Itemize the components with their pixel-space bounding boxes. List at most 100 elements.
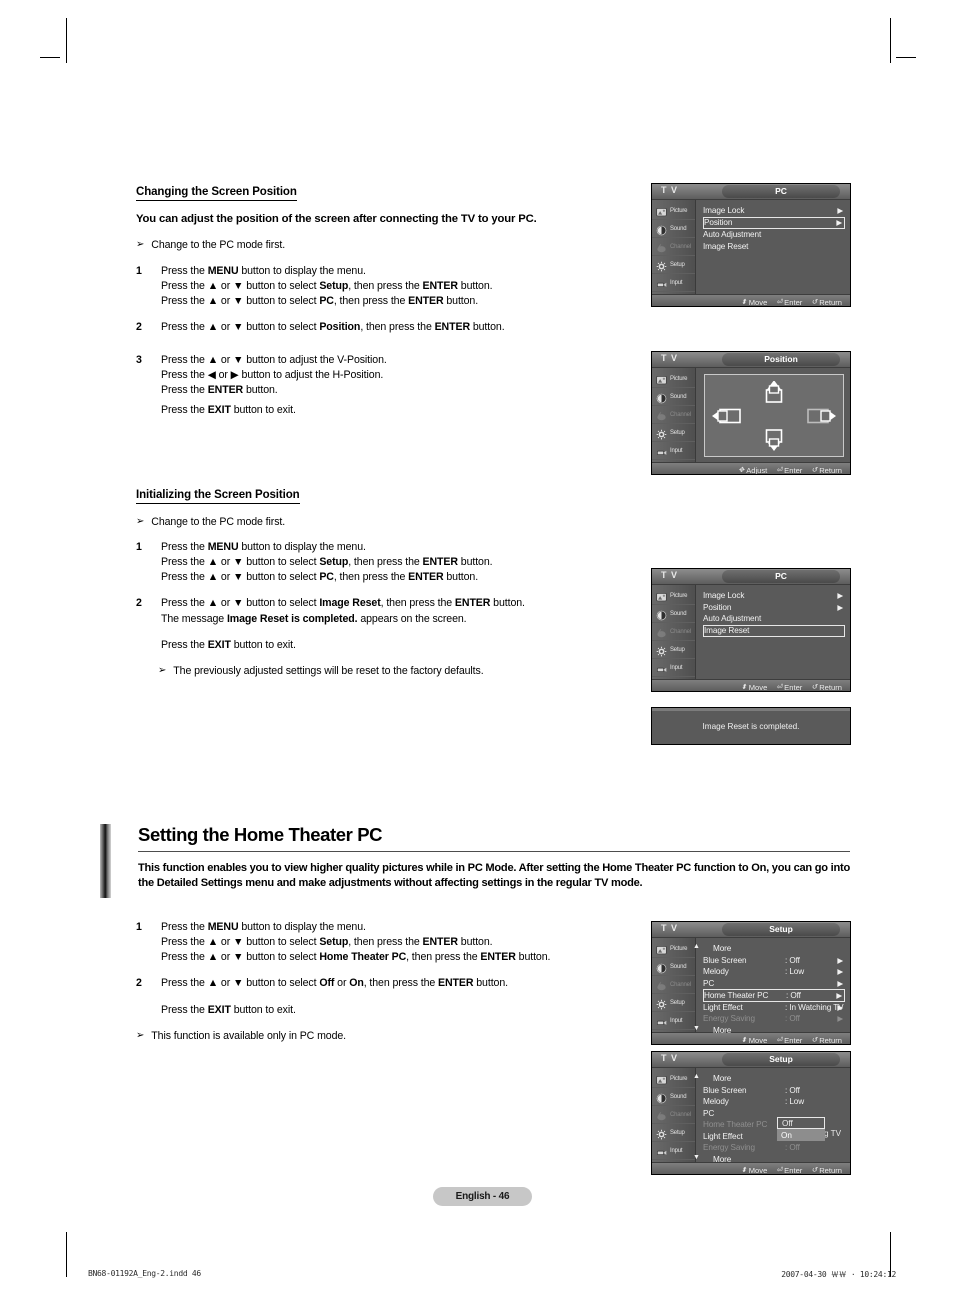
osd-sidebar-item-sound[interactable]: Sound <box>652 220 695 238</box>
chevron-down-icon: ▼ <box>693 1024 700 1032</box>
osd-row-label: Auto Adjustment <box>703 230 762 240</box>
osd-row-label: Position <box>703 602 732 612</box>
step-line: Press the ▲ or ▼ button to select Positi… <box>161 320 505 333</box>
osd-row-label: Home Theater PC <box>703 1120 768 1130</box>
osd-row-image-lock[interactable]: Image Lock ▶ <box>703 590 845 602</box>
step-number: 2 <box>136 597 142 610</box>
osd-more-up[interactable]: ▲ More <box>693 1073 845 1085</box>
dropdown-option-on[interactable]: On <box>777 1129 825 1141</box>
return-icon: ↺ <box>811 1167 818 1174</box>
osd-sidebar-item-picture[interactable]: Picture <box>652 940 695 958</box>
osd-row-position[interactable]: Position ▶ <box>703 216 845 229</box>
osd-sidebar-item-sound[interactable]: Sound <box>652 388 695 406</box>
osd-pc-menu-image-reset: T V PC Picture Sound Channel Setup Input Ima… <box>651 568 851 692</box>
osd-sidebar-item-sound[interactable]: Sound <box>652 605 695 623</box>
osd-sidebar-item-channel[interactable]: Channel <box>652 1106 695 1124</box>
step-line: Press the MENU button to display the men… <box>161 540 366 553</box>
updown-icon: ⬍ <box>740 1167 747 1174</box>
osd-sidebar-item-sound[interactable]: Sound <box>652 958 695 976</box>
section3-step-1: 1 Press the MENU button to display the m… <box>136 920 656 965</box>
enter-icon: ⏎ <box>776 299 783 306</box>
osd-title: Position <box>722 353 840 366</box>
crop-mark-top-left-v <box>66 18 67 63</box>
section3-exit: Press the EXIT button to exit. <box>161 1003 296 1016</box>
osd-sidebar-item-input[interactable]: Input <box>652 442 695 460</box>
osd-row-image-reset[interactable]: Image Reset <box>703 241 845 253</box>
osd-sidebar-label: Channel <box>670 243 691 250</box>
osd-row-auto-adjustment[interactable]: Auto Adjustment <box>703 229 845 241</box>
osd-row-label: PC <box>703 1108 715 1118</box>
osd-sidebar-item-picture[interactable]: Picture <box>652 587 695 605</box>
osd-sidebar-item-input[interactable]: Input <box>652 274 695 292</box>
osd-more-down[interactable]: ▼ More <box>693 1154 845 1166</box>
section3-heading: Setting the Home Theater PC <box>138 824 383 845</box>
section3-step-2: 2 Press the ▲ or ▼ button to select Off … <box>136 976 656 991</box>
osd-sidebar-label: Sound <box>670 393 687 400</box>
input-icon <box>656 662 667 673</box>
step-line: Press the ▲ or ▼ button to select Off or… <box>161 977 508 990</box>
home-theater-pc-dropdown[interactable]: Off On <box>777 1117 825 1141</box>
section3-note: ➢ This function is available only in PC … <box>136 1029 656 1043</box>
nav-move: ⬍ Move <box>740 297 768 307</box>
osd-row-position[interactable]: Position ▶ <box>703 602 845 614</box>
osd-sidebar-label: Picture <box>670 945 688 952</box>
osd-sidebar-item-picture[interactable]: Picture <box>652 202 695 220</box>
osd-sidebar-item-setup[interactable]: Setup <box>652 424 695 442</box>
osd-row-pc[interactable]: PC ▶ <box>703 978 845 990</box>
osd-sidebar-item-setup[interactable]: Setup <box>652 256 695 274</box>
osd-sidebar-item-picture[interactable]: Picture <box>652 370 695 388</box>
osd-sidebar-label: Picture <box>670 1075 688 1082</box>
osd-sidebar-item-channel[interactable]: Channel <box>652 976 695 994</box>
osd-row-melody[interactable]: Melody: Low <box>703 1096 845 1108</box>
osd-sidebar-item-channel[interactable]: Channel <box>652 406 695 424</box>
osd-row-energy-saving[interactable]: Energy Saving: Off <box>703 1142 845 1154</box>
step-number: 1 <box>136 264 142 277</box>
osd-row-blue-screen[interactable]: Blue Screen: Off <box>703 1085 845 1097</box>
osd-titlebar: T V Setup <box>652 922 850 938</box>
osd-row-blue-screen[interactable]: Blue Screen: Off ▶ <box>703 955 845 967</box>
footer-timestamp: 2007-04-30 ￦￦ · 10:24:12 <box>781 1270 896 1279</box>
chevron-right-icon: ▶ <box>837 978 843 988</box>
step-body: Press the MENU button to display the men… <box>161 264 656 309</box>
step-line: Press the ▲ or ▼ button to select Setup,… <box>161 556 493 569</box>
osd-sidebar-item-input[interactable]: Input <box>652 659 695 677</box>
nav-enter: ⏎ Enter <box>776 682 803 692</box>
osd-sidebar-label: Input <box>670 1147 683 1154</box>
osd-row-value: : Off <box>785 955 800 965</box>
osd-row-home-theater-pc[interactable]: Home Theater PC: Off ▶ <box>703 989 845 1002</box>
enter-icon: ⏎ <box>776 1037 783 1044</box>
osd-sidebar-item-setup[interactable]: Setup <box>652 641 695 659</box>
osd-row-image-lock[interactable]: Image Lock ▶ <box>703 205 845 217</box>
arrow-bullet-icon: ➢ <box>158 664 167 676</box>
osd-sidebar-item-setup[interactable]: Setup <box>652 994 695 1012</box>
osd-row-energy-saving[interactable]: Energy Saving: Off ▶ <box>703 1013 845 1025</box>
osd-sidebar-item-setup[interactable]: Setup <box>652 1124 695 1142</box>
osd-sidebar-item-input[interactable]: Input <box>652 1012 695 1030</box>
osd-sidebar-item-input[interactable]: Input <box>652 1142 695 1160</box>
osd-row-auto-adjustment[interactable]: Auto Adjustment <box>703 613 845 625</box>
return-icon: ↺ <box>811 467 818 474</box>
osd-row-melody[interactable]: Melody: Low ▶ <box>703 966 845 978</box>
dropdown-option-off[interactable]: Off <box>777 1117 825 1129</box>
osd-row-light-effect[interactable]: Light Effect: In Watching TV ▶ <box>703 1002 845 1014</box>
osd-sidebar-item-channel[interactable]: Channel <box>652 623 695 641</box>
osd-body: Picture Sound Channel Setup Input Image Lock… <box>652 200 850 294</box>
step-line: Press the ENTER button. <box>161 384 278 397</box>
osd-row-value: : Off <box>785 1085 800 1095</box>
osd-sidebar-item-channel[interactable]: Channel <box>652 238 695 256</box>
osd-sidebar-item-picture[interactable]: Picture <box>652 1070 695 1088</box>
osd-sidebar-label: Channel <box>670 411 691 418</box>
section1-step-2: 2 Press the ▲ or ▼ button to select Posi… <box>136 320 656 335</box>
osd-item-list: Image Lock ▶ Position ▶ Auto Adjustment Image… <box>696 200 850 294</box>
osd-row-image-reset[interactable]: Image Reset <box>703 624 845 637</box>
step-line: Press the MENU button to display the men… <box>161 264 366 277</box>
crop-mark-top-right-h <box>896 57 916 58</box>
step-number: 2 <box>136 320 142 333</box>
osd-sidebar-item-sound[interactable]: Sound <box>652 1088 695 1106</box>
return-icon: ↺ <box>811 1037 818 1044</box>
osd-row-label: Image Lock <box>703 206 745 216</box>
osd-more-up[interactable]: ▲ More <box>693 943 845 955</box>
footer-filename: BN68-01192A_Eng-2.indd 46 <box>88 1269 201 1278</box>
return-icon: ↺ <box>811 684 818 691</box>
osd-more-down[interactable]: ▼ More <box>693 1025 845 1037</box>
